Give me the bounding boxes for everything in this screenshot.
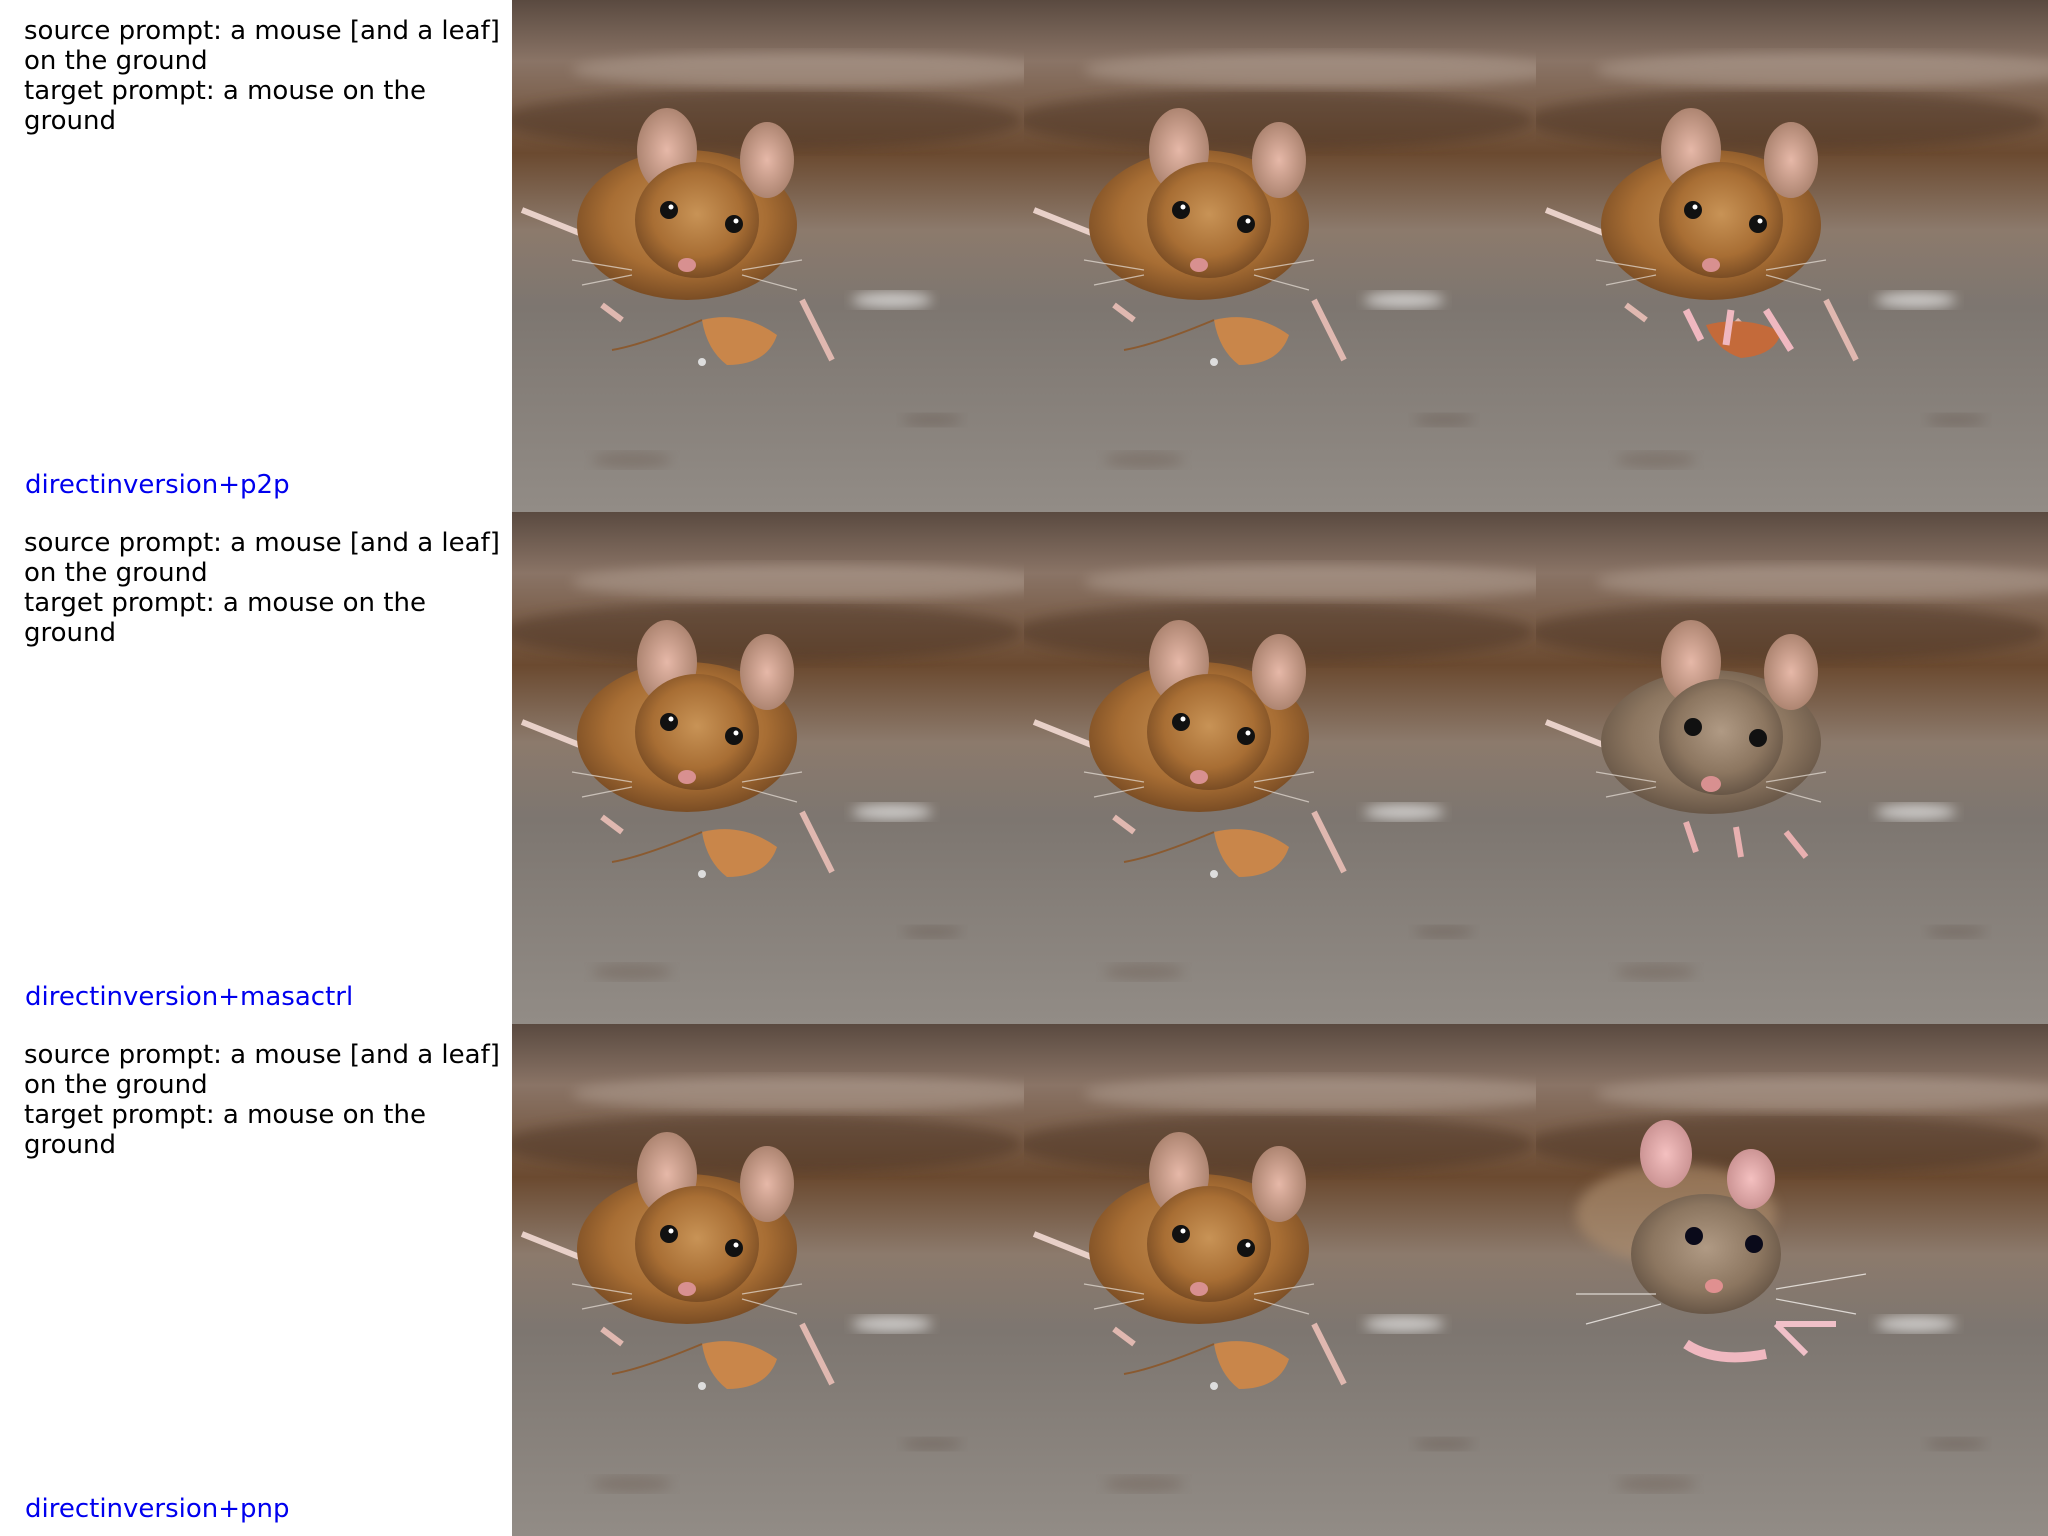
- reconstruction-image: [1024, 0, 1536, 512]
- target-prompt: target prompt: a mouse on the ground: [24, 1100, 435, 1160]
- target-prompt: target prompt: a mouse on the ground: [24, 588, 435, 648]
- reconstruction-image: [1024, 512, 1536, 1024]
- method-label: directinversion+pnp: [25, 1494, 290, 1524]
- edited-image: [1536, 0, 2048, 512]
- edited-image: [1536, 1024, 2048, 1536]
- source-prompt: source prompt: a mouse [and a leaf] on t…: [24, 528, 509, 588]
- source-image: [512, 1024, 1024, 1536]
- row-label-panel: source prompt: a mouse [and a leaf] on t…: [0, 1024, 512, 1536]
- method-label: directinversion+masactrl: [25, 982, 354, 1012]
- edited-image: [1536, 512, 2048, 1024]
- result-row: source prompt: a mouse [and a leaf] on t…: [0, 0, 2048, 512]
- source-prompt: source prompt: a mouse [and a leaf] on t…: [24, 1040, 509, 1100]
- comparison-grid: source prompt: a mouse [and a leaf] on t…: [0, 0, 2048, 1536]
- mouse-with-leaf-photo: [512, 512, 1024, 1024]
- mouse-edited-photo: [1536, 512, 2048, 1024]
- method-label: directinversion+p2p: [25, 470, 290, 500]
- prompt-text: source prompt: a mouse [and a leaf] on t…: [24, 528, 510, 648]
- row-label-panel: source prompt: a mouse [and a leaf] on t…: [0, 512, 512, 1024]
- reconstruction-image: [1024, 1024, 1536, 1536]
- target-prompt: target prompt: a mouse on the ground: [24, 76, 435, 136]
- mouse-with-leaf-photo: [512, 0, 1024, 512]
- mouse-edited-photo: [1536, 0, 2048, 512]
- mouse-with-leaf-photo: [1024, 512, 1536, 1024]
- source-prompt: source prompt: a mouse [and a leaf] on t…: [24, 16, 509, 76]
- prompt-text: source prompt: a mouse [and a leaf] on t…: [24, 16, 510, 136]
- mouse-with-leaf-photo: [1024, 0, 1536, 512]
- row-label-panel: source prompt: a mouse [and a leaf] on t…: [0, 0, 512, 512]
- mouse-edited-photo: [1536, 1024, 2048, 1536]
- mouse-with-leaf-photo: [1024, 1024, 1536, 1536]
- mouse-with-leaf-photo: [512, 1024, 1024, 1536]
- result-row: source prompt: a mouse [and a leaf] on t…: [0, 512, 2048, 1024]
- source-image: [512, 512, 1024, 1024]
- result-row: source prompt: a mouse [and a leaf] on t…: [0, 1024, 2048, 1536]
- source-image: [512, 0, 1024, 512]
- prompt-text: source prompt: a mouse [and a leaf] on t…: [24, 1040, 510, 1160]
